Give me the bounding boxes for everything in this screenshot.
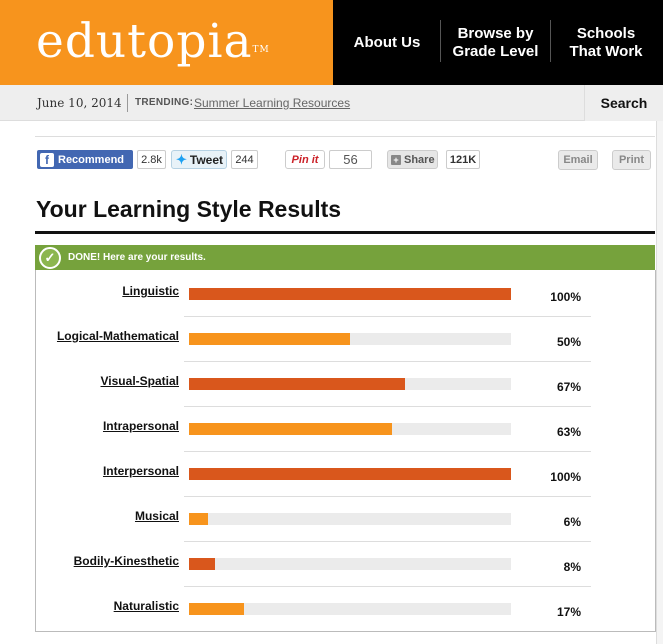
- result-bar-fill: [189, 603, 244, 615]
- learning-style-link[interactable]: Intrapersonal: [103, 419, 179, 433]
- row-divider: [184, 451, 591, 452]
- learning-style-link[interactable]: Bodily-Kinesthetic: [74, 554, 179, 568]
- search-button[interactable]: Search: [584, 85, 663, 121]
- twitter-bird-icon: ✦: [176, 151, 187, 167]
- result-bar-track: [189, 333, 511, 345]
- result-percent: 17%: [556, 605, 581, 619]
- result-bar-track: [189, 603, 511, 615]
- pinterest-pin-button[interactable]: Pin it: [285, 150, 325, 169]
- nav-schools-that-work[interactable]: Schools That Work: [551, 0, 661, 85]
- share-count: 121K: [446, 150, 480, 169]
- checkmark-icon: ✓: [39, 246, 61, 269]
- logo-area[interactable]: edutopiaTM: [0, 0, 333, 85]
- learning-style-link[interactable]: Visual-Spatial: [101, 374, 179, 388]
- print-button[interactable]: Print: [612, 150, 651, 170]
- result-percent: 63%: [556, 425, 581, 439]
- result-bar-track: [189, 558, 511, 570]
- tweet-count: 244: [231, 150, 258, 169]
- result-row: Naturalistic 17%: [36, 589, 656, 634]
- share-button[interactable]: + Share: [387, 150, 438, 169]
- result-bar-track: [189, 513, 511, 525]
- nav-browse-by-grade-level[interactable]: Browse by Grade Level: [441, 0, 550, 85]
- result-bar-fill: [189, 378, 405, 390]
- result-row: Musical 6%: [36, 499, 656, 544]
- page-title: Your Learning Style Results: [36, 196, 342, 222]
- row-divider: [184, 406, 591, 407]
- result-row: Bodily-Kinesthetic 8%: [36, 544, 656, 589]
- result-row: Linguistic 100%: [36, 274, 656, 319]
- facebook-recommend-button[interactable]: f Recommend: [37, 150, 133, 169]
- site-header: edutopiaTM About Us Browse by Grade Leve…: [0, 0, 663, 85]
- trending-label: TRENDING:: [135, 97, 194, 108]
- result-bar-fill: [189, 468, 511, 480]
- scrollbar[interactable]: [656, 121, 663, 644]
- row-divider: [184, 541, 591, 542]
- result-bar-track: [189, 423, 511, 435]
- learning-style-link[interactable]: Interpersonal: [103, 464, 179, 478]
- done-message: DONE! Here are your results.: [68, 252, 206, 263]
- result-bar-fill: [189, 333, 350, 345]
- result-bar-fill: [189, 423, 392, 435]
- row-divider: [184, 586, 591, 587]
- result-row: Visual-Spatial 67%: [36, 364, 656, 409]
- learning-style-link[interactable]: Musical: [135, 509, 179, 523]
- result-percent: 8%: [563, 560, 581, 574]
- result-row: Intrapersonal 63%: [36, 409, 656, 454]
- tweet-button[interactable]: ✦ Tweet: [171, 150, 227, 169]
- nav-about-us[interactable]: About Us: [340, 0, 434, 85]
- recommend-count: 2.8k: [137, 150, 166, 169]
- result-percent: 67%: [556, 380, 581, 394]
- result-percent: 50%: [556, 335, 581, 349]
- learning-style-link[interactable]: Logical-Mathematical: [57, 329, 179, 343]
- divider: [35, 136, 655, 137]
- pin-count: 56: [329, 150, 372, 169]
- done-banner: ✓ DONE! Here are your results.: [35, 245, 655, 270]
- learning-style-link[interactable]: Linguistic: [122, 284, 179, 298]
- result-bar-track: [189, 288, 511, 300]
- row-divider: [184, 496, 591, 497]
- result-percent: 100%: [550, 470, 581, 484]
- facebook-icon: f: [40, 152, 54, 167]
- result-bar-fill: [189, 513, 208, 525]
- result-bar-fill: [189, 558, 215, 570]
- plus-icon: +: [391, 154, 401, 165]
- page-date: June 10, 2014: [37, 96, 122, 110]
- result-percent: 6%: [563, 515, 581, 529]
- result-bar-track: [189, 378, 511, 390]
- result-bar-track: [189, 468, 511, 480]
- row-divider: [184, 316, 591, 317]
- result-row: Interpersonal 100%: [36, 454, 656, 499]
- learning-style-link[interactable]: Naturalistic: [114, 599, 179, 613]
- results-list: Linguistic 100% Logical-Mathematical 50% Vis…: [35, 270, 656, 632]
- email-button[interactable]: Email: [558, 150, 598, 170]
- title-rule: [35, 231, 655, 234]
- row-divider: [184, 361, 591, 362]
- divider: [127, 94, 128, 112]
- result-percent: 100%: [550, 290, 581, 304]
- result-row: Logical-Mathematical 50%: [36, 319, 656, 364]
- edutopia-logo[interactable]: edutopiaTM: [36, 14, 270, 70]
- trending-link[interactable]: Summer Learning Resources: [194, 96, 350, 110]
- result-bar-fill: [189, 288, 511, 300]
